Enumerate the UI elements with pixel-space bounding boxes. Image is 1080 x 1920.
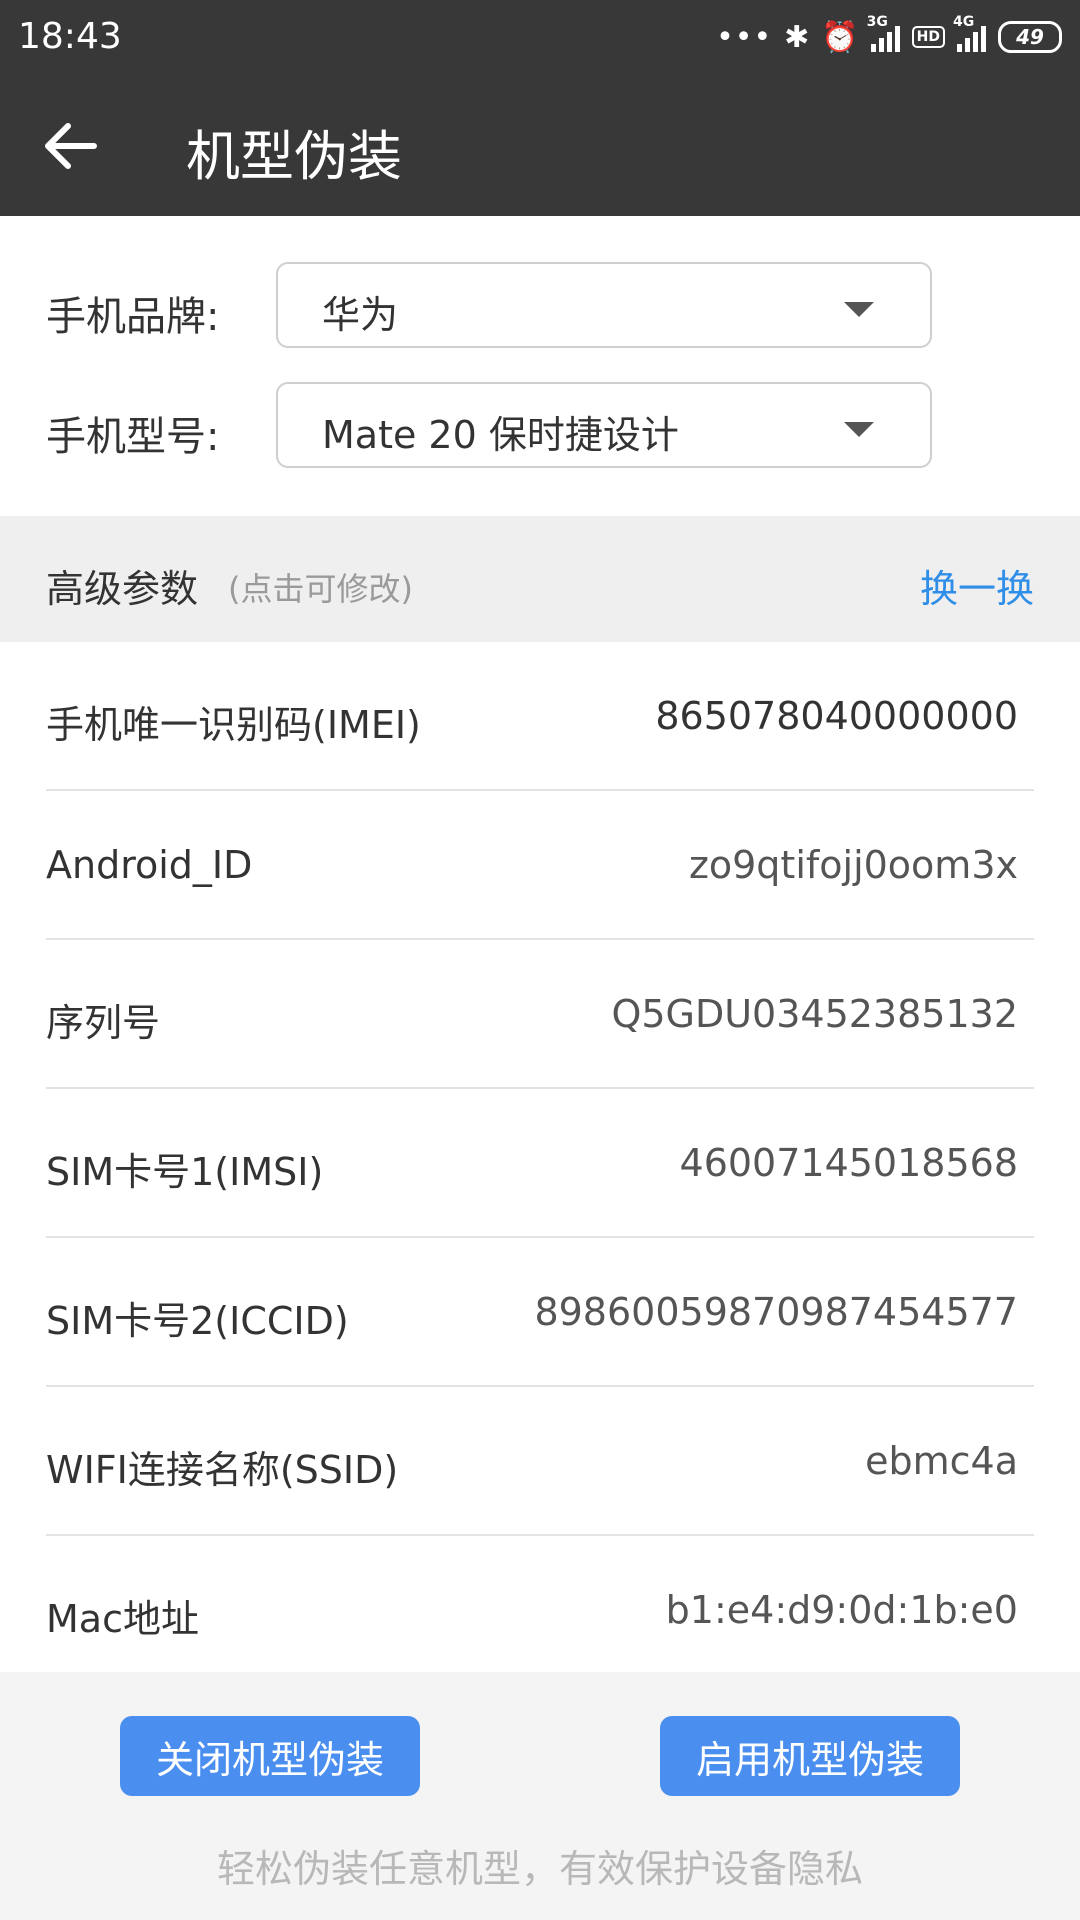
footer-slogan: 轻松伪装任意机型，有效保护设备隐私 [216,1847,863,1891]
param-label: SIM卡号1(IMSI) [46,1150,324,1194]
more-notifications-icon: ••• [716,19,773,55]
param-label: Mac地址 [46,1597,199,1641]
dropdown-caret-icon [844,302,874,317]
network-3g-label: 3G [866,14,888,30]
brand-label: 手机品牌: [46,294,220,340]
param-row-android-id[interactable]: Android_ID zo9qtifojj0oom3x [46,791,1034,940]
back-arrow-icon[interactable] [40,116,100,176]
advanced-params-header: 高级参数 (点击可修改) 换一换 [0,516,1080,642]
hd-icon: HD [911,26,945,48]
param-label: 序列号 [46,1001,161,1045]
param-row-mac[interactable]: Mac地址 b1:e4:d9:0d:1b:e0 [46,1536,1034,1683]
brand-value: 华为 [322,293,399,337]
param-row-ssid[interactable]: WIFI连接名称(SSID) ebmc4a [46,1387,1034,1536]
alarm-icon: ⏰ [821,19,859,55]
param-row-serial[interactable]: 序列号 Q5GDU03452385132 [46,940,1034,1089]
model-label: 手机型号: [46,414,220,460]
param-label: 手机唯一识别码(IMEI) [46,703,421,747]
network-4g-label: 4G [953,14,975,30]
status-bar: 18:43 ••• ✱ ⏰ 3G HD 4G 49 [0,0,1080,74]
randomize-button[interactable]: 换一换 [920,558,1034,613]
footer: 关闭机型伪装 启用机型伪装 轻松伪装任意机型，有效保护设备隐私 [0,1672,1080,1920]
param-label: SIM卡号2(ICCID) [46,1299,349,1343]
param-row-iccid[interactable]: SIM卡号2(ICCID) 89860059870987454577 [46,1238,1034,1387]
signal-4g-icon: 4G [953,14,986,52]
battery-icon: 49 [998,21,1062,53]
app-bar: 机型伪装 [0,74,1080,216]
param-value: 46007145018568 [679,1141,1018,1185]
model-row: 手机型号: Mate 20 保时捷设计 [0,382,1080,472]
disable-spoofing-button[interactable]: 关闭机型伪装 [120,1716,420,1796]
advanced-params-title: 高级参数 [46,567,199,611]
signal-3g-icon: 3G [867,14,900,52]
param-row-imsi[interactable]: SIM卡号1(IMSI) 46007145018568 [46,1089,1034,1238]
brand-row: 手机品牌: 华为 [0,262,1080,352]
param-value: b1:e4:d9:0d:1b:e0 [665,1588,1018,1632]
status-time: 18:43 [18,16,122,57]
param-row-imei[interactable]: 手机唯一识别码(IMEI) 865078040000000 [46,642,1034,791]
brand-select[interactable]: 华为 [276,262,932,348]
enable-spoofing-button[interactable]: 启用机型伪装 [660,1716,960,1796]
param-value: 89860059870987454577 [534,1290,1018,1334]
param-label: WIFI连接名称(SSID) [46,1448,399,1492]
bluetooth-icon: ✱ [784,19,810,55]
advanced-params-hint: (点击可修改) [228,570,413,608]
param-value: zo9qtifojj0oom3x [688,843,1018,887]
param-value: 865078040000000 [655,694,1018,738]
status-icons: ••• ✱ ⏰ 3G HD 4G 49 [716,14,1062,58]
model-value: Mate 20 保时捷设计 [322,413,679,457]
param-value: Q5GDU03452385132 [611,992,1018,1036]
model-select[interactable]: Mate 20 保时捷设计 [276,382,932,468]
params-list: 手机唯一识别码(IMEI) 865078040000000 Android_ID… [0,642,1080,1683]
page-title: 机型伪装 [186,125,402,188]
param-label: Android_ID [46,843,253,887]
dropdown-caret-icon [844,422,874,437]
param-value: ebmc4a [865,1439,1018,1483]
